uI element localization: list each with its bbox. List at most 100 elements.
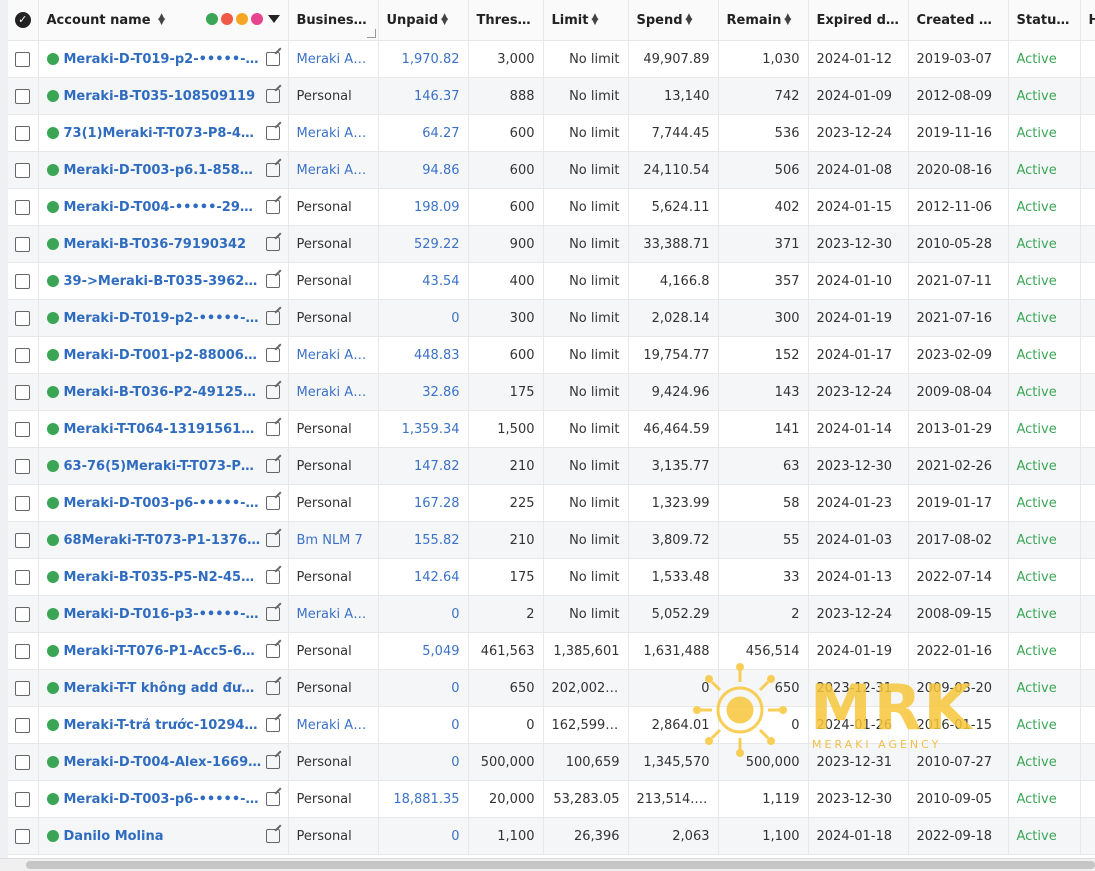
- orange-dot-icon[interactable]: [235, 13, 248, 25]
- account-cell[interactable]: Meraki-B-T036-P2-49125699: [38, 373, 289, 411]
- scrollbar-thumb[interactable]: [26, 861, 1095, 869]
- table-row[interactable]: Danilo Molina Personal 0 1,100 26,396 2,063 1,…: [8, 817, 1095, 855]
- filter-funnel-icon[interactable]: [267, 15, 280, 23]
- business-cell[interactable]: Personal: [288, 669, 379, 707]
- edit-icon[interactable]: [265, 237, 280, 251]
- unpaid-cell[interactable]: 94.86: [378, 151, 469, 189]
- edit-icon[interactable]: [265, 792, 280, 806]
- business-cell[interactable]: Personal: [288, 632, 379, 670]
- account-name-link[interactable]: Meraki-B-T036-P2-49125699: [64, 385, 262, 400]
- business-cell[interactable]: Meraki Ag…: [288, 336, 379, 374]
- col-h[interactable]: H: [1080, 0, 1095, 41]
- table-row[interactable]: Meraki-B-T035-108509119 Personal 146.37 888…: [8, 77, 1095, 115]
- unpaid-cell[interactable]: 5,049: [378, 632, 469, 670]
- row-checkbox-cell[interactable]: [8, 521, 39, 559]
- account-name-link[interactable]: Meraki-D-T001-p2-88006152324…: [64, 348, 262, 363]
- row-checkbox[interactable]: [15, 680, 31, 696]
- red-dot-icon[interactable]: [220, 13, 233, 25]
- business-cell[interactable]: Personal: [288, 817, 379, 855]
- business-cell[interactable]: Personal: [288, 410, 379, 448]
- account-cell[interactable]: Meraki-D-T004-Alex-166914534: [38, 743, 289, 781]
- account-name-link[interactable]: Meraki-D-T004-•••••-2923269…: [64, 200, 262, 215]
- unpaid-cell[interactable]: 0: [378, 743, 469, 781]
- account-cell[interactable]: Danilo Molina: [38, 817, 289, 855]
- col-status[interactable]: Status ▲ ▼: [1008, 0, 1081, 41]
- unpaid-cell[interactable]: 0: [378, 706, 469, 744]
- account-cell[interactable]: Meraki-T-T064-131915610306149: [38, 410, 289, 448]
- edit-icon[interactable]: [265, 89, 280, 103]
- row-checkbox-cell[interactable]: [8, 336, 39, 374]
- row-checkbox-cell[interactable]: [8, 780, 39, 818]
- table-row[interactable]: Meraki-D-T004-Alex-166914534Personal0500…: [8, 743, 1095, 781]
- unpaid-cell[interactable]: 448.83: [378, 336, 469, 374]
- select-all-check-icon[interactable]: ✓: [14, 12, 31, 28]
- account-name-link[interactable]: 73(1)Meraki-T-T073-P8-4320502…: [64, 126, 262, 141]
- edit-icon[interactable]: [265, 200, 280, 214]
- edit-icon[interactable]: [265, 755, 280, 769]
- col-remain[interactable]: Remain ▲ ▼: [718, 0, 809, 41]
- row-checkbox-cell[interactable]: [8, 262, 39, 300]
- unpaid-cell[interactable]: 18,881.35: [378, 780, 469, 818]
- select-all-header[interactable]: ✓: [8, 0, 39, 41]
- business-cell[interactable]: Personal: [288, 484, 379, 522]
- unpaid-cell[interactable]: 147.82: [378, 447, 469, 485]
- unpaid-cell[interactable]: 155.82: [378, 521, 469, 559]
- business-cell[interactable]: Personal: [288, 743, 379, 781]
- table-row[interactable]: Meraki-D-T003-p6-•••••-2… Personal 18,881.…: [8, 780, 1095, 818]
- unpaid-cell[interactable]: 529.22: [378, 225, 469, 263]
- account-name-link[interactable]: Meraki-D-T019-p2-•••••-505844…: [64, 311, 262, 326]
- edit-icon[interactable]: [265, 126, 280, 140]
- sort-icon[interactable]: ▲ ▼: [158, 13, 165, 27]
- account-cell[interactable]: 63-76(5)Meraki-T-T073-P3-2708…: [38, 447, 289, 485]
- account-cell[interactable]: Meraki-D-T003-p6-•••••-116103…: [38, 484, 289, 522]
- account-cell[interactable]: Meraki-D-T016-p3-•••••-337803…: [38, 595, 289, 633]
- edit-icon[interactable]: [265, 829, 280, 843]
- row-checkbox[interactable]: [15, 384, 31, 400]
- account-cell[interactable]: Meraki-B-T035-108509119: [38, 77, 289, 115]
- account-name-link[interactable]: 63-76(5)Meraki-T-T073-P3-2708…: [64, 459, 262, 474]
- row-checkbox[interactable]: [15, 421, 31, 437]
- account-cell[interactable]: Meraki-D-T003-p6-•••••-2…: [38, 780, 289, 818]
- row-checkbox-cell[interactable]: [8, 632, 39, 670]
- horizontal-scrollbar[interactable]: [0, 858, 1095, 871]
- account-name-link[interactable]: Meraki-B-T036-79190342: [64, 237, 262, 252]
- table-row[interactable]: 73(1)Meraki-T-T073-P8-4320502… Meraki Ag……: [8, 114, 1095, 152]
- row-checkbox-cell[interactable]: [8, 40, 39, 78]
- row-checkbox[interactable]: [15, 754, 31, 770]
- table-row[interactable]: Meraki-D-T019-p2-•••••-505844…Personal03…: [8, 299, 1095, 337]
- table-row[interactable]: Meraki-T-T076-P1-Acc5-667717… Personal5,0…: [8, 632, 1095, 670]
- account-cell[interactable]: Meraki-B-T035-P5-N2-45942239…: [38, 558, 289, 596]
- edit-icon[interactable]: [265, 311, 280, 325]
- account-name-link[interactable]: Meraki-D-T004-Alex-166914534: [64, 755, 262, 770]
- edit-icon[interactable]: [265, 52, 280, 66]
- account-cell[interactable]: Meraki-T-T076-P1-Acc5-667717…: [38, 632, 289, 670]
- row-checkbox-cell[interactable]: [8, 706, 39, 744]
- account-name-link[interactable]: Meraki-B-T035-108509119: [64, 89, 262, 104]
- col-spend[interactable]: Spend ▲ ▼: [628, 0, 719, 41]
- account-name-link[interactable]: Meraki-D-T003-p6-•••••-116103…: [64, 496, 262, 511]
- row-checkbox-cell[interactable]: [8, 114, 39, 152]
- status-filter[interactable]: [205, 13, 280, 25]
- row-checkbox[interactable]: [15, 458, 31, 474]
- table-row[interactable]: Meraki-D-T001-p2-88006152324… Meraki Ag…4…: [8, 336, 1095, 374]
- table-row[interactable]: Meraki-D-T003-p6-•••••-116103… Personal16…: [8, 484, 1095, 522]
- business-cell[interactable]: Personal: [288, 558, 379, 596]
- business-cell[interactable]: Personal: [288, 299, 379, 337]
- edit-icon[interactable]: [265, 422, 280, 436]
- account-cell[interactable]: Meraki-D-T004-•••••-2923269…: [38, 188, 289, 226]
- pink-dot-icon[interactable]: [250, 13, 263, 25]
- row-checkbox[interactable]: [15, 199, 31, 215]
- row-checkbox-cell[interactable]: [8, 77, 39, 115]
- unpaid-cell[interactable]: 198.09: [378, 188, 469, 226]
- row-checkbox-cell[interactable]: [8, 743, 39, 781]
- col-limit[interactable]: Limit ▲ ▼: [543, 0, 629, 41]
- row-checkbox-cell[interactable]: [8, 225, 39, 263]
- account-name-link[interactable]: Danilo Molina: [64, 829, 262, 844]
- col-thresh[interactable]: Thresh ▲ ▼: [468, 0, 544, 41]
- unpaid-cell[interactable]: 1,359.34: [378, 410, 469, 448]
- col-unpaid[interactable]: Unpaid ▲ ▼: [378, 0, 469, 41]
- table-row[interactable]: Meraki-T-T064-131915610306149 Personal1,3…: [8, 410, 1095, 448]
- account-name-link[interactable]: Meraki-D-T016-p3-•••••-337803…: [64, 607, 262, 622]
- account-cell[interactable]: Meraki-D-T019-p2-•••••-790692…: [38, 40, 289, 78]
- business-cell[interactable]: Personal: [288, 447, 379, 485]
